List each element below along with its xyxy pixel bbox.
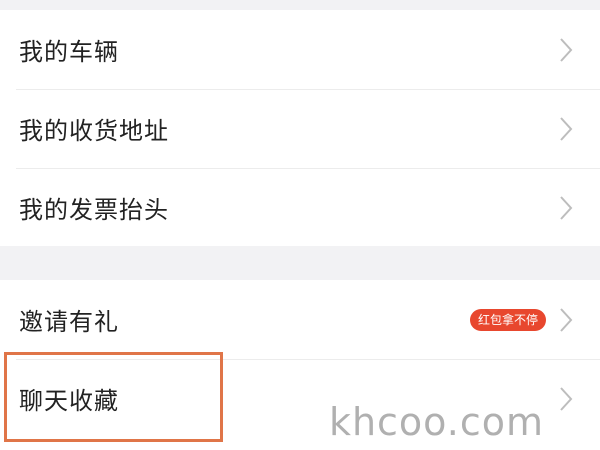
chevron-right-icon — [560, 37, 573, 62]
chevron-right-icon — [560, 307, 573, 332]
menu-item-label: 我的车辆 — [19, 38, 119, 66]
chevron-right-icon — [560, 116, 573, 141]
menu-item-invoice-title[interactable]: 我的发票抬头 — [0, 168, 600, 247]
watermark: khcoo.com — [328, 400, 544, 444]
menu-group-account: 我的车辆 我的收货地址 我的发票抬头 — [0, 10, 600, 246]
top-strip — [0, 0, 600, 10]
menu-item-label: 聊天收藏 — [19, 387, 119, 415]
chevron-right-icon — [560, 195, 573, 220]
menu-item-label: 邀请有礼 — [19, 308, 119, 336]
menu-item-shipping-address[interactable]: 我的收货地址 — [0, 89, 600, 168]
menu-item-label: 我的发票抬头 — [19, 196, 169, 224]
chevron-right-icon — [560, 386, 573, 411]
menu-item-my-vehicles[interactable]: 我的车辆 — [0, 10, 600, 89]
menu-item-label: 我的收货地址 — [19, 117, 169, 145]
promo-badge: 红包拿不停 — [469, 308, 546, 331]
menu-item-invite-rewards[interactable]: 邀请有礼 红包拿不停 — [0, 280, 600, 359]
